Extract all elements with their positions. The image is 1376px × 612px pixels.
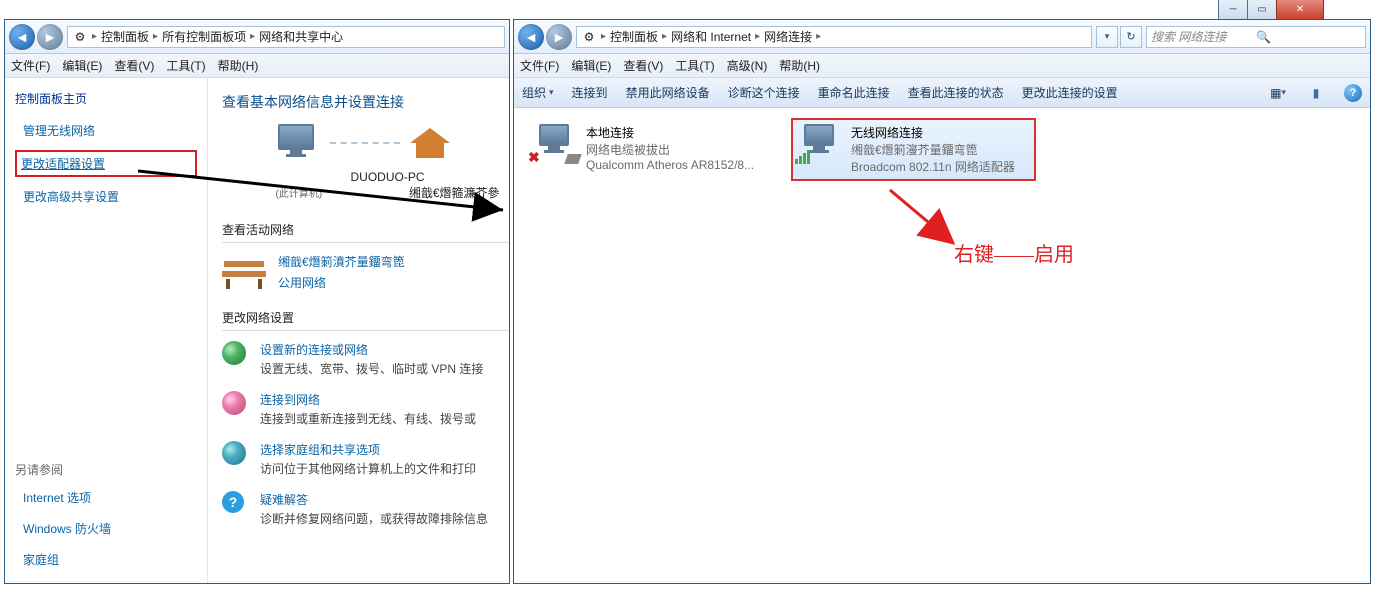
menu-tools[interactable]: 工具(T) <box>675 57 714 74</box>
view-options-icon[interactable]: ▦ ▾ <box>1268 83 1288 103</box>
menu-edit[interactable]: 编辑(E) <box>62 57 102 74</box>
breadcrumb-item[interactable]: 网络连接 <box>764 28 812 45</box>
menu-bar: 文件(F) 编辑(E) 查看(V) 工具(T) 帮助(H) <box>5 54 509 78</box>
preview-pane-icon[interactable]: ▮ <box>1306 83 1326 103</box>
see-also-title: 另请参阅 <box>15 451 197 478</box>
menu-tools[interactable]: 工具(T) <box>166 57 205 74</box>
breadcrumb-bar[interactable]: ⚙ ▸ 控制面板 ▸ 网络和 Internet ▸ 网络连接 ▸ <box>576 26 1092 48</box>
menu-view[interactable]: 查看(V) <box>623 57 663 74</box>
breadcrumb-item[interactable]: 控制面板 <box>610 28 658 45</box>
connections-area: ✖ 本地连接 网络电缆被拔出 Qualcomm Atheros AR8152/8… <box>514 108 1370 583</box>
troubleshoot-icon: ? <box>222 491 250 519</box>
troubleshoot-desc: 诊断并修复网络问题，或获得故障排除信息 <box>260 510 488 527</box>
network-icon <box>410 128 450 158</box>
menu-file[interactable]: 文件(F) <box>11 57 50 74</box>
toolbar-organize[interactable]: 组织 ▾ <box>522 84 554 101</box>
new-connection-icon <box>222 341 250 369</box>
toolbar-status[interactable]: 查看此连接的状态 <box>908 84 1004 101</box>
homegroup-icon <box>222 441 250 469</box>
breadcrumb-item[interactable]: 网络和共享中心 <box>259 28 343 45</box>
connection-status: 网络电缆被拔出 <box>586 141 754 158</box>
network-connections-window: ◄ ► ⚙ ▸ 控制面板 ▸ 网络和 Internet ▸ 网络连接 ▸ ▾ ↻… <box>513 19 1371 584</box>
active-networks-title: 查看活动网络 <box>222 221 509 243</box>
sidebar-link-sharing[interactable]: 更改高级共享设置 <box>15 185 197 208</box>
search-input[interactable]: 搜索 网络连接 🔍 <box>1146 26 1366 48</box>
toolbar-rename[interactable]: 重命名此连接 <box>818 84 890 101</box>
close-button[interactable]: ✕ <box>1276 0 1324 20</box>
network-sharing-center-window: ◄ ► ⚙ ▸ 控制面板 ▸ 所有控制面板项 ▸ 网络和共享中心 文件(F) 编… <box>4 19 510 584</box>
seealso-homegroup[interactable]: 家庭组 <box>15 548 197 571</box>
search-icon[interactable]: 🔍 <box>1256 30 1361 44</box>
back-button[interactable]: ◄ <box>9 24 35 50</box>
toolbar-disable[interactable]: 禁用此网络设备 <box>626 84 710 101</box>
toolbar-properties[interactable]: 更改此连接的设置 <box>1022 84 1118 101</box>
back-button[interactable]: ◄ <box>518 24 544 50</box>
menu-view[interactable]: 查看(V) <box>114 57 154 74</box>
search-placeholder: 搜索 网络连接 <box>1151 28 1256 45</box>
forward-button[interactable]: ► <box>546 24 572 50</box>
minimize-button[interactable]: ─ <box>1218 0 1248 20</box>
forward-button[interactable]: ► <box>37 24 63 50</box>
breadcrumb-item[interactable]: 网络和 Internet <box>671 28 751 45</box>
bench-icon <box>222 253 266 289</box>
connection-name: 无线网络连接 <box>851 124 1015 141</box>
menu-file[interactable]: 文件(F) <box>520 57 559 74</box>
connection-device: Broadcom 802.11n 网络适配器 <box>851 158 1015 175</box>
control-panel-icon: ⚙ <box>72 29 88 45</box>
help-icon[interactable]: ? <box>1344 84 1362 102</box>
ethernet-icon: ✖ <box>532 124 576 164</box>
pc-name: DUODUO-PC <box>266 170 509 184</box>
active-network-name[interactable]: 缃戠€熸箣濆芥量鐂弯箆 <box>278 255 405 269</box>
connection-device: Qualcomm Atheros AR8152/8... <box>586 158 754 172</box>
side-panel: 控制面板主页 管理无线网络 更改适配器设置 更改高级共享设置 另请参阅 Inte… <box>5 78 208 583</box>
refresh-button[interactable]: ↻ <box>1120 26 1142 48</box>
menu-help[interactable]: 帮助(H) <box>218 57 259 74</box>
seealso-internet-options[interactable]: Internet 选项 <box>15 486 197 509</box>
net-name: 缃戠€熸箍濂芥參 <box>409 186 500 200</box>
homegroup-desc: 访问位于其他网络计算机上的文件和打印 <box>260 460 476 477</box>
toolbar-connect[interactable]: 连接到 <box>572 84 608 101</box>
toolbar: 组织 ▾ 连接到 禁用此网络设备 诊断这个连接 重命名此连接 查看此连接的状态 … <box>514 78 1370 108</box>
breadcrumb-item[interactable]: 所有控制面板项 <box>162 28 246 45</box>
connection-wireless[interactable]: 无线网络连接 缃戠€熸箣濅芥量鐂弯箆 Broadcom 802.11n 网络适配… <box>791 118 1036 181</box>
connection-name: 本地连接 <box>586 124 754 141</box>
control-panel-icon: ⚙ <box>581 29 597 45</box>
seealso-firewall[interactable]: Windows 防火墙 <box>15 517 197 540</box>
wifi-icon <box>797 124 841 164</box>
network-map <box>222 124 509 162</box>
breadcrumb-item[interactable]: 控制面板 <box>101 28 149 45</box>
maximize-button[interactable]: ▭ <box>1247 0 1277 20</box>
breadcrumb-dropdown[interactable]: ▾ <box>1096 26 1118 48</box>
active-network-type[interactable]: 公用网络 <box>278 274 405 291</box>
main-title: 查看基本网络信息并设置连接 <box>222 92 509 112</box>
connect-network-desc: 连接到或重新连接到无线、有线、拨号或 <box>260 410 476 427</box>
connection-local[interactable]: ✖ 本地连接 网络电缆被拔出 Qualcomm Atheros AR8152/8… <box>526 118 771 181</box>
connect-network-link[interactable]: 连接到网络 <box>260 391 476 408</box>
setup-new-connection-desc: 设置无线、宽带、拨号、临时或 VPN 连接 <box>260 360 483 377</box>
sidebar-home[interactable]: 控制面板主页 <box>15 90 197 107</box>
homegroup-link[interactable]: 选择家庭组和共享选项 <box>260 441 476 458</box>
connection-status: 缃戠€熸箣濅芥量鐂弯箆 <box>851 141 1015 158</box>
sidebar-link-adapter-settings[interactable]: 更改适配器设置 <box>15 150 197 177</box>
breadcrumb-bar[interactable]: ⚙ ▸ 控制面板 ▸ 所有控制面板项 ▸ 网络和共享中心 <box>67 26 505 48</box>
nav-bar: ◄ ► ⚙ ▸ 控制面板 ▸ 网络和 Internet ▸ 网络连接 ▸ ▾ ↻… <box>514 20 1370 54</box>
troubleshoot-link[interactable]: 疑难解答 <box>260 491 488 508</box>
menu-edit[interactable]: 编辑(E) <box>571 57 611 74</box>
toolbar-diagnose[interactable]: 诊断这个连接 <box>728 84 800 101</box>
pc-icon <box>272 124 320 162</box>
nav-bar: ◄ ► ⚙ ▸ 控制面板 ▸ 所有控制面板项 ▸ 网络和共享中心 <box>5 20 509 54</box>
setup-new-connection-link[interactable]: 设置新的连接或网络 <box>260 341 483 358</box>
main-panel: 查看基本网络信息并设置连接 DUODUO-PC (此计算机) 缃戠€熸箍濂芥參 … <box>208 78 509 583</box>
menu-bar: 文件(F) 编辑(E) 查看(V) 工具(T) 高级(N) 帮助(H) <box>514 54 1370 78</box>
pc-sub: (此计算机) <box>275 189 322 200</box>
change-settings-title: 更改网络设置 <box>222 309 509 331</box>
x-mark-icon: ✖ <box>528 149 540 166</box>
menu-advanced[interactable]: 高级(N) <box>727 57 768 74</box>
sidebar-link-wireless[interactable]: 管理无线网络 <box>15 119 197 142</box>
menu-help[interactable]: 帮助(H) <box>779 57 820 74</box>
connect-icon <box>222 391 250 419</box>
